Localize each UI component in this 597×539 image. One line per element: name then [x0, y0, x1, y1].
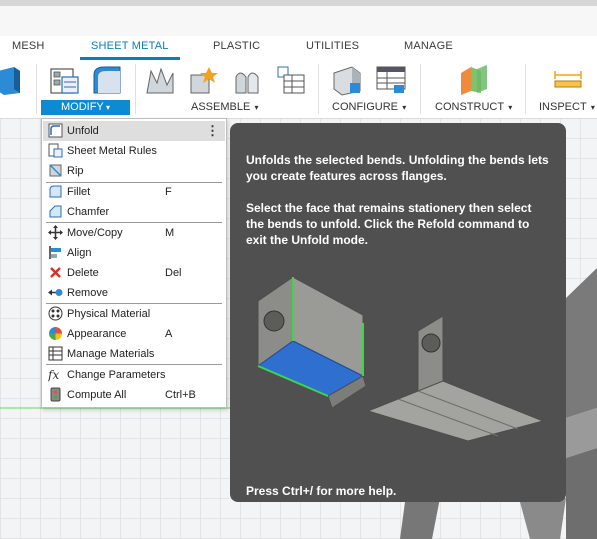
menu-item-label: Change Parameters — [67, 369, 166, 381]
toolbar-separator — [36, 64, 37, 114]
create-body-icon[interactable] — [0, 63, 28, 97]
menu-item-physical-material[interactable]: Physical Material — [43, 304, 225, 324]
configure-label: CONFIGURE — [332, 101, 398, 113]
toolbar-separator — [525, 64, 526, 114]
menu-item-shortcut: A — [165, 328, 173, 340]
menu-item-label: Compute All — [67, 389, 127, 401]
menu-item-label: Manage Materials — [67, 348, 155, 360]
menu-item-label: Chamfer — [67, 206, 110, 218]
menu-item-fillet[interactable]: Fillet F — [43, 182, 225, 202]
menu-item-appearance[interactable]: Appearance A — [43, 324, 225, 344]
menu-item-label: Delete — [67, 267, 99, 279]
physical-material-icon — [48, 306, 63, 321]
chamfer-icon — [49, 205, 62, 218]
tab-sheet-metal[interactable]: SHEET METAL — [91, 40, 169, 52]
menu-item-shortcut: Del — [165, 267, 182, 279]
menu-item-shortcut: F — [165, 186, 172, 198]
configure-body-icon[interactable] — [330, 63, 364, 97]
remove-icon — [48, 289, 63, 296]
toolbar: MODIFY ▾ ASSEMBLE ▾ CONFIGURE ▾ CONSTRUC… — [0, 60, 597, 119]
workspace-tabs: MESH SHEET METAL PLASTIC UTILITIES MANAG… — [0, 36, 597, 60]
menu-item-delete[interactable]: Delete Del — [43, 263, 225, 283]
as-built-joint-icon[interactable] — [187, 63, 221, 97]
menu-item-remove[interactable]: Remove — [43, 283, 225, 303]
menu-item-label: Fillet — [67, 186, 91, 198]
toolbar-separator — [135, 64, 136, 114]
menu-item-label: Unfold — [67, 125, 99, 137]
construct-dropdown[interactable]: CONSTRUCT ▾ — [435, 101, 512, 113]
menu-item-shortcut: M — [165, 227, 175, 239]
appearance-icon — [49, 327, 62, 340]
inspect-dropdown[interactable]: INSPECT ▾ — [539, 101, 595, 113]
compute-all-icon — [50, 387, 61, 402]
assemble-dropdown[interactable]: ASSEMBLE ▾ — [191, 101, 259, 113]
inspect-label: INSPECT — [539, 101, 587, 113]
modify-menu: Unfold ⋮ Sheet Metal Rules Rip Fillet F … — [41, 118, 227, 408]
configure-table-icon[interactable] — [374, 63, 408, 97]
change-parameters-icon: fx — [48, 368, 59, 382]
menu-item-compute-all[interactable]: Compute All Ctrl+B — [43, 385, 225, 405]
menu-item-move-copy[interactable]: Move/Copy M — [43, 223, 225, 243]
assemble-label: ASSEMBLE — [191, 101, 251, 113]
rip-icon — [49, 164, 62, 177]
menu-item-label: Appearance — [67, 328, 127, 340]
delete-icon — [50, 267, 61, 278]
unfold-tool-icon[interactable] — [90, 63, 124, 97]
menu-item-label: Move/Copy — [67, 227, 123, 239]
svg-text:fx: fx — [48, 368, 59, 382]
menu-item-chamfer[interactable]: Chamfer — [43, 202, 225, 222]
sheet-metal-rules-icon — [48, 143, 63, 158]
menu-item-label: Remove — [67, 287, 108, 299]
menu-item-change-parameters[interactable]: fx Change Parameters — [43, 365, 225, 385]
unfold-illustration — [256, 276, 545, 441]
menu-item-sheet-metal-rules[interactable]: Sheet Metal Rules — [43, 141, 225, 161]
offset-plane-icon[interactable] — [457, 63, 491, 97]
move-copy-icon — [48, 225, 63, 240]
menu-item-manage-materials[interactable]: Manage Materials — [43, 344, 225, 364]
menu-item-label: Sheet Metal Rules — [67, 145, 157, 157]
tab-mesh[interactable]: MESH — [12, 40, 45, 52]
fillet-icon — [49, 185, 62, 198]
tooltip-description: Unfolds the selected bends. Unfolding th… — [246, 153, 549, 183]
tab-utilities[interactable]: UTILITIES — [306, 40, 359, 52]
sheet-metal-rules-tool-icon[interactable] — [48, 63, 82, 97]
menu-item-unfold[interactable]: Unfold ⋮ — [43, 121, 225, 141]
manage-materials-icon — [48, 346, 63, 361]
joint-icon[interactable] — [143, 63, 177, 97]
tooltip-help-hint: Press Ctrl+/ for more help. — [246, 484, 397, 498]
menu-item-align[interactable]: Align — [43, 243, 225, 263]
align-icon — [49, 246, 61, 259]
toolbar-separator — [420, 64, 421, 114]
menu-item-rip[interactable]: Rip — [43, 161, 225, 181]
configure-dropdown[interactable]: CONFIGURE ▾ — [332, 101, 406, 113]
toolbar-separator — [318, 64, 319, 114]
more-options-icon[interactable]: ⋮ — [206, 123, 219, 139]
menu-item-label: Rip — [67, 165, 84, 177]
joint-origin-icon[interactable] — [230, 63, 264, 97]
modify-dropdown-button[interactable]: MODIFY ▾ — [41, 100, 130, 115]
tooltip-instructions: Select the face that remains stationery … — [246, 201, 532, 247]
menu-item-label: Align — [67, 247, 92, 259]
header-gap — [0, 6, 597, 36]
construct-label: CONSTRUCT — [435, 101, 505, 113]
menu-item-shortcut: Ctrl+B — [165, 389, 196, 401]
modify-label: MODIFY — [60, 101, 104, 113]
tab-manage[interactable]: MANAGE — [404, 40, 453, 52]
measure-icon[interactable] — [551, 63, 585, 97]
menu-item-label: Physical Material — [67, 308, 151, 320]
rigid-group-icon[interactable] — [274, 63, 308, 97]
unfold-icon — [48, 123, 63, 138]
tab-plastic[interactable]: PLASTIC — [213, 40, 260, 52]
unfold-tooltip: Unfolds the selected bends. Unfolding th… — [230, 123, 566, 502]
